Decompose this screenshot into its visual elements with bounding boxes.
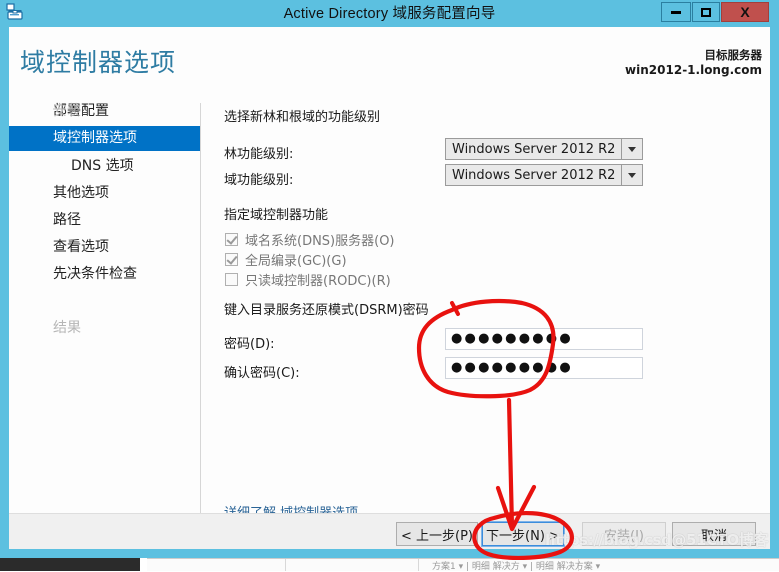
main-content: 选择新林和根域的功能级别 林功能级别: Windows Server 2012 …	[209, 99, 770, 521]
forest-functional-level-select[interactable]: Windows Server 2012 R2	[445, 138, 643, 160]
confirm-password-input[interactable]: ●●●●●●●●●	[445, 357, 643, 379]
sidebar-item-results: 结果	[53, 320, 81, 336]
chevron-down-icon[interactable]	[621, 165, 642, 185]
sidebar-item-dns-options[interactable]: DNS 选项	[9, 154, 200, 179]
cancel-button[interactable]: 取消	[672, 522, 756, 546]
dialog-footer: < 上一步(P) 下一步(N) > 安装(I) 取消	[9, 513, 770, 549]
confirm-password-label: 确认密码(C):	[224, 366, 300, 381]
domain-functional-level-label: 域功能级别:	[224, 173, 294, 188]
page-header: 域控制器选项 目标服务器 win2012-1.long.com	[9, 27, 770, 99]
taskbar-text: 方案1 ▾ | 明细 解决方 ▾ | 明细 解决方案 ▾	[432, 562, 601, 572]
checkbox-rodc-label: 只读域控制器(RODC)(R)	[245, 274, 391, 289]
sidebar-item-review-options[interactable]: 查看选项	[9, 235, 200, 260]
forest-functional-level-label: 林功能级别:	[224, 147, 294, 162]
taskbar-separator	[418, 559, 419, 571]
dialog-client-area: 域控制器选项 目标服务器 win2012-1.long.com 部署配置 域控制…	[9, 27, 770, 549]
install-button: 安装(I)	[582, 522, 666, 546]
sidebar-item-paths[interactable]: 路径	[9, 208, 200, 233]
capabilities-heading: 指定域控制器功能	[224, 208, 329, 223]
wizard-steps-sidebar: 部署配置 域控制器选项 DNS 选项 其他选项 路径 查看选项 先决条件检查 安…	[9, 99, 200, 513]
target-server-label: 目标服务器	[704, 48, 763, 62]
close-icon: X	[740, 4, 750, 20]
maximize-button[interactable]	[692, 2, 720, 22]
password-input[interactable]: ●●●●●●●●●	[445, 328, 643, 350]
functional-level-heading: 选择新林和根域的功能级别	[224, 110, 381, 125]
sidebar-item-domain-controller-options[interactable]: 域控制器选项	[9, 126, 200, 151]
taskbar-separator	[285, 559, 286, 571]
taskbar-dark-segment	[0, 558, 140, 571]
page-title: 域控制器选项	[20, 48, 177, 77]
domain-functional-level-select[interactable]: Windows Server 2012 R2	[445, 164, 643, 186]
sidebar-divider	[200, 103, 201, 513]
sidebar-item-prerequisites-check[interactable]: 先决条件检查	[9, 262, 200, 287]
next-button[interactable]: 下一步(N) >	[481, 521, 565, 547]
chevron-down-icon[interactable]	[621, 139, 642, 159]
wizard-window: Active Directory 域服务配置向导 X 域控制器选项 目标服务器 …	[0, 0, 779, 558]
dsrm-password-heading: 键入目录服务还原模式(DSRM)密码	[224, 303, 429, 318]
password-label: 密码(D):	[224, 337, 275, 352]
checkbox-dns-server-label: 域名系统(DNS)服务器(O)	[245, 234, 395, 249]
domain-functional-level-value: Windows Server 2012 R2	[452, 167, 616, 183]
checkbox-global-catalog-label: 全局编录(GC)(G)	[245, 254, 347, 269]
checkbox-checked-icon	[225, 233, 238, 246]
maximize-icon	[701, 7, 711, 17]
sidebar-item-additional-options[interactable]: 其他选项	[9, 181, 200, 206]
target-server-name: win2012-1.long.com	[625, 63, 762, 77]
checkbox-checked-icon	[225, 253, 238, 266]
checkbox-unchecked-icon	[225, 273, 238, 286]
checkbox-dns-server: 域名系统(DNS)服务器(O)	[225, 230, 395, 249]
checkbox-global-catalog: 全局编录(GC)(G)	[225, 250, 347, 269]
close-button[interactable]: X	[721, 2, 769, 22]
title-bar: Active Directory 域服务配置向导 X	[0, 0, 779, 24]
sidebar-item-installation: 安装	[53, 103, 81, 119]
forest-functional-level-value: Windows Server 2012 R2	[452, 141, 616, 157]
minimize-icon	[671, 10, 681, 14]
checkbox-rodc: 只读域控制器(RODC)(R)	[225, 270, 391, 289]
minimize-button[interactable]	[661, 2, 691, 22]
previous-button[interactable]: < 上一步(P)	[396, 522, 478, 546]
